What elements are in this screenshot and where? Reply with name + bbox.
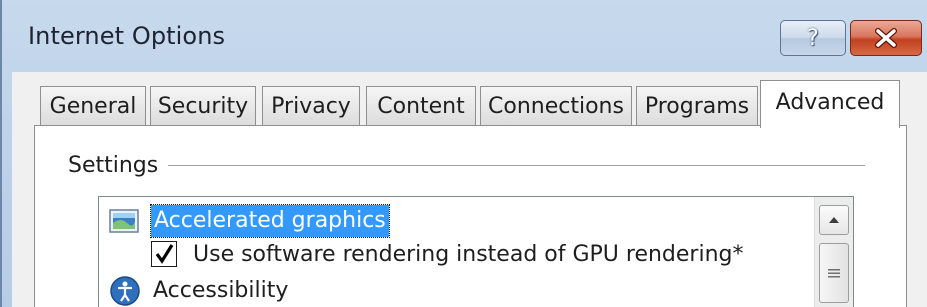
- monitor-icon: [109, 209, 139, 233]
- scroll-up-button[interactable]: [819, 205, 849, 235]
- tab-label: Programs: [644, 94, 750, 119]
- tab-general[interactable]: General: [40, 86, 146, 126]
- tab-programs[interactable]: Programs: [636, 86, 758, 126]
- grip-icon: [828, 269, 840, 278]
- tab-label: Advanced: [775, 90, 885, 115]
- window-title: Internet Options: [28, 22, 226, 50]
- tab-label: Privacy: [271, 94, 351, 119]
- tree-item-accessibility[interactable]: Accessibility: [153, 277, 288, 305]
- tab-privacy[interactable]: Privacy: [262, 86, 360, 126]
- help-icon: ?: [807, 25, 819, 51]
- tab-label: Security: [157, 94, 249, 119]
- software-rendering-label[interactable]: Use software rendering instead of GPU re…: [193, 241, 744, 269]
- tab-label: General: [49, 94, 137, 119]
- tab-content[interactable]: Content: [366, 86, 476, 126]
- help-button[interactable]: ?: [780, 20, 846, 56]
- settings-tree[interactable]: Accelerated graphics Use software render…: [98, 196, 854, 307]
- tab-label: Content: [377, 94, 465, 119]
- tab-advanced[interactable]: Advanced: [760, 80, 900, 128]
- scroll-thumb[interactable]: [819, 243, 849, 303]
- tab-label: Connections: [488, 94, 624, 119]
- software-rendering-checkbox[interactable]: [151, 241, 177, 267]
- accessibility-icon: [110, 276, 140, 306]
- internet-options-window: Internet Options ? General Security Priv…: [0, 0, 927, 307]
- checkmark-icon: [155, 244, 174, 264]
- close-icon: [875, 28, 897, 48]
- tree-item-accelerated-graphics[interactable]: Accelerated graphics: [150, 204, 390, 238]
- close-button[interactable]: [850, 20, 922, 56]
- scroll-up-icon: [829, 217, 839, 223]
- settings-divider: [168, 165, 865, 166]
- tree-scrollbar[interactable]: [814, 197, 853, 307]
- tab-connections[interactable]: Connections: [480, 86, 632, 126]
- tab-security[interactable]: Security: [150, 86, 256, 126]
- settings-group-label: Settings: [68, 153, 159, 178]
